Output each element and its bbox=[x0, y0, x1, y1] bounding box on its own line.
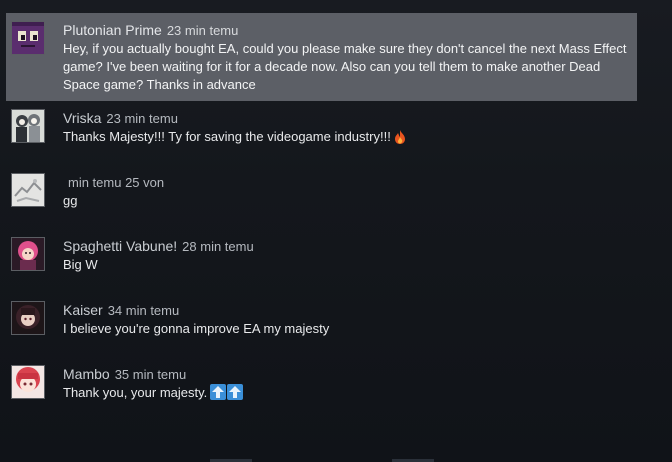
comment-item: Mambo 35 min temu Thank you, your majesty… bbox=[6, 357, 637, 421]
comment-text-container: Thank you, your majesty. bbox=[63, 384, 637, 405]
manga-characters-icon bbox=[12, 110, 44, 142]
comment-item: Kaiser 34 min temu I believe you're gonna… bbox=[6, 293, 637, 357]
comment-text: I believe you're gonna improve EA my maj… bbox=[63, 321, 330, 336]
comment-thread: Plutonian Prime 23 min temu Hey, if you a… bbox=[6, 13, 637, 421]
pink-hair-avatar[interactable] bbox=[11, 237, 45, 271]
comment-author[interactable]: Vriska bbox=[63, 110, 101, 126]
dark-hair-icon bbox=[12, 302, 44, 334]
comment-text: Big W bbox=[63, 257, 98, 272]
comment-item: min temu 25 von gg bbox=[6, 165, 637, 229]
manga-characters-avatar[interactable] bbox=[11, 109, 45, 143]
comment-author[interactable]: Spaghetti Vabune! bbox=[63, 238, 177, 254]
comment-text: Thank you, your majesty. bbox=[63, 385, 208, 400]
purple-face-icon bbox=[12, 22, 44, 54]
comment-author[interactable]: Kaiser bbox=[63, 302, 103, 318]
comment-text: Thanks Majesty!!! Ty for saving the vide… bbox=[63, 129, 391, 144]
comment-author[interactable]: Mambo bbox=[63, 366, 110, 382]
comment-item: Spaghetti Vabune! 28 min temu Big W bbox=[6, 229, 637, 293]
comment-timestamp: 23 min temu bbox=[106, 111, 178, 126]
comment-timestamp: min temu 25 von bbox=[68, 175, 165, 190]
comment-timestamp: 28 min temu bbox=[182, 239, 254, 254]
comment-item: Vriska 23 min temu Thanks Majesty!!! Ty f… bbox=[6, 101, 637, 165]
comment-timestamp: 35 min temu bbox=[114, 367, 187, 382]
comment-timestamp: 23 min temu bbox=[166, 23, 239, 38]
sketch-icon bbox=[12, 174, 44, 206]
comment-text: Hey, if you actually bought EA, could yo… bbox=[63, 41, 627, 92]
comment-timestamp: 34 min temu bbox=[107, 303, 180, 318]
fire-icon bbox=[394, 130, 406, 149]
red-hair-anime-avatar[interactable] bbox=[11, 365, 45, 399]
dark-hair-avatar[interactable] bbox=[11, 301, 45, 335]
red-hair-anime-icon bbox=[12, 366, 44, 398]
comment-text-container: Thanks Majesty!!! Ty for saving the vide… bbox=[63, 128, 637, 149]
comment-author[interactable]: Plutonian Prime bbox=[63, 22, 162, 38]
comment-text: gg bbox=[63, 193, 78, 208]
up-arrow-icon bbox=[210, 384, 227, 405]
comment-item: Plutonian Prime 23 min temu Hey, if you a… bbox=[6, 13, 637, 101]
pink-hair-icon bbox=[12, 238, 44, 270]
sketch-avatar[interactable] bbox=[11, 173, 45, 207]
purple-face-avatar[interactable] bbox=[11, 21, 45, 55]
up-arrow-icon bbox=[227, 384, 244, 405]
